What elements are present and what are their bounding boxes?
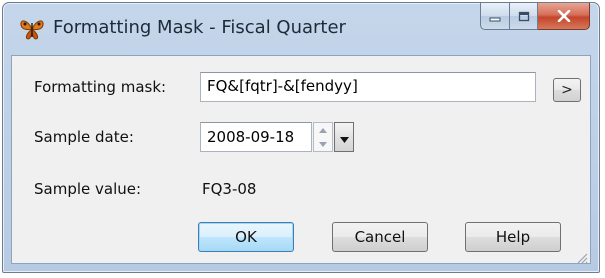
ok-button[interactable]: OK <box>198 222 294 252</box>
date-dropdown-button[interactable] <box>334 122 354 152</box>
minimize-icon <box>489 7 501 26</box>
help-button[interactable]: Help <box>465 222 561 252</box>
caption-buttons <box>480 3 590 30</box>
chevron-down-icon <box>339 128 349 147</box>
title-bar[interactable]: Formatting Mask - Fiscal Quarter <box>3 3 599 55</box>
date-spinner[interactable] <box>313 122 333 152</box>
dialog-window: Formatting Mask - Fiscal Quarter Formatt… <box>2 2 600 273</box>
maximize-button[interactable] <box>510 3 538 30</box>
spin-down-icon[interactable] <box>314 137 332 151</box>
sample-value-label: Sample value: <box>34 180 142 198</box>
close-icon <box>557 7 571 26</box>
window-title: Formatting Mask - Fiscal Quarter <box>53 17 346 38</box>
spin-up-icon[interactable] <box>314 123 332 137</box>
resize-grip-icon[interactable] <box>576 249 588 264</box>
close-button[interactable] <box>538 3 590 30</box>
dialog-content: Formatting mask: FQ&[fqtr]-&[fendyy] > S… <box>11 55 591 264</box>
maximize-icon <box>518 7 530 26</box>
sample-date-label: Sample date: <box>34 128 134 146</box>
minimize-button[interactable] <box>480 3 510 30</box>
formatting-mask-input[interactable]: FQ&[fqtr]-&[fendyy] <box>200 72 536 102</box>
butterfly-icon <box>19 17 45 41</box>
formatting-mask-label: Formatting mask: <box>34 78 167 96</box>
sample-date-input[interactable]: 2008-09-18 <box>200 122 312 152</box>
sample-value-text: FQ3-08 <box>202 180 257 198</box>
cancel-button[interactable]: Cancel <box>332 222 428 252</box>
insert-field-button[interactable]: > <box>553 78 581 102</box>
